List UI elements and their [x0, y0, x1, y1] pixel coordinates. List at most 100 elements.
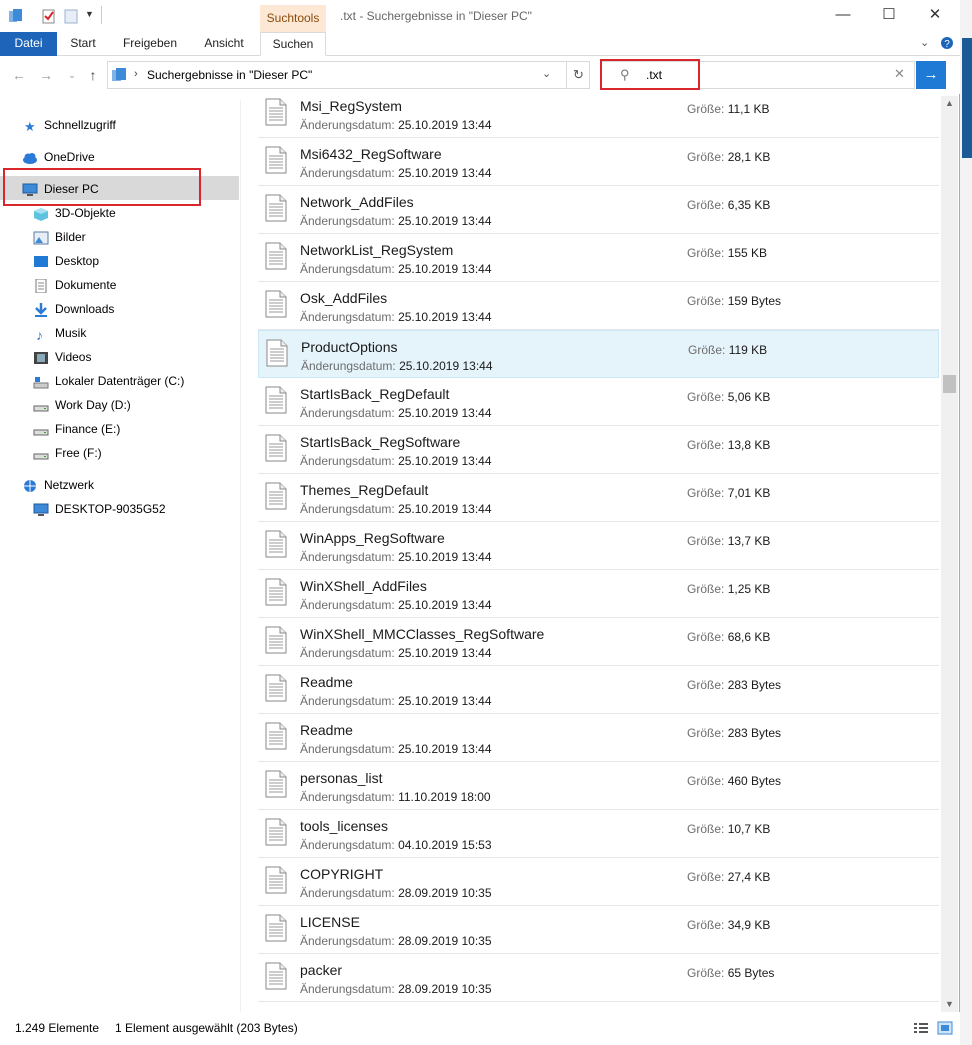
file-row[interactable]: WinXShell_AddFiles Änderungsdatum: 25.10.… [258, 570, 939, 618]
file-size-value: 13,7 KB [727, 534, 771, 548]
svg-text:?: ? [944, 39, 950, 50]
file-row[interactable]: ProductOptions Änderungsdatum: 25.10.2019… [258, 330, 939, 378]
nav-item-dokumente[interactable]: Dokumente [33, 274, 116, 296]
file-row[interactable]: COPYRIGHT Änderungsdatum: 28.09.2019 10:3… [258, 858, 939, 906]
window-title: .txt - Suchergebnisse in "Dieser PC" [340, 9, 532, 23]
nav-item-label: Dokumente [55, 278, 117, 292]
nav-item-3d-objekte[interactable]: 3D-Objekte [33, 202, 116, 224]
file-size-value: 11,1 KB [727, 102, 770, 116]
nav-item-videos[interactable]: Videos [33, 346, 91, 368]
file-size-value: 283 Bytes [727, 726, 782, 740]
text-file-icon [266, 339, 288, 367]
address-dropdown-icon[interactable]: ⌄ [542, 67, 551, 80]
tab-ansicht[interactable]: Ansicht [191, 32, 257, 56]
tab-suchen[interactable]: Suchen [260, 32, 326, 56]
file-name: NetworkList_RegSystem [300, 242, 454, 258]
file-row[interactable]: packer Änderungsdatum: 28.09.2019 10:35 Gr… [258, 954, 939, 1002]
file-row[interactable]: StartIsBack_RegSoftware Änderungsdatum: 2… [258, 426, 939, 474]
nav-item-work-day-d[interactable]: Work Day (D:) [33, 394, 131, 416]
file-row[interactable]: Msi_RegSystem Änderungsdatum: 25.10.2019 … [258, 96, 939, 138]
file-size: Größe: 28,1 KB [687, 150, 770, 164]
expand-ribbon-icon[interactable]: ⌄ [920, 36, 929, 49]
close-button[interactable]: ✕ [912, 0, 958, 32]
tab-datei[interactable]: Datei [0, 32, 57, 56]
help-icon[interactable]: ? [940, 36, 954, 50]
size-label: Größe: [687, 102, 725, 116]
file-name: WinXShell_AddFiles [300, 578, 427, 594]
scrollbar-thumb[interactable] [943, 375, 956, 393]
properties-icon[interactable] [42, 8, 56, 24]
scroll-down-icon[interactable]: ▼ [945, 999, 954, 1009]
text-file-icon [265, 578, 287, 606]
nav-item-lokaler-datenträger-c[interactable]: Lokaler Datenträger (C:) [33, 370, 184, 392]
size-label: Größe: [687, 966, 725, 980]
file-row[interactable]: Themes_RegDefault Änderungsdatum: 25.10.2… [258, 474, 939, 522]
address-path[interactable]: Suchergebnisse in "Dieser PC" [147, 68, 312, 82]
details-view-icon[interactable] [913, 1021, 929, 1035]
nav-item-onedrive[interactable]: OneDrive [22, 146, 95, 168]
file-size: Größe: 283 Bytes [687, 726, 781, 740]
large-icons-view-icon[interactable] [937, 1021, 953, 1035]
file-row[interactable]: StartIsBack_RegDefault Änderungsdatum: 25… [258, 378, 939, 426]
up-arrow-icon[interactable]: ↑ [84, 67, 102, 83]
customize-quick-access-icon[interactable]: ▼ [85, 9, 94, 25]
search-input[interactable]: .txt [646, 68, 662, 82]
file-row[interactable]: WinApps_RegSoftware Änderungsdatum: 25.10… [258, 522, 939, 570]
file-row[interactable]: LICENSE Änderungsdatum: 28.09.2019 10:35 G… [258, 906, 939, 954]
file-size-value: 119 KB [728, 343, 768, 357]
tab-start[interactable]: Start [57, 32, 109, 56]
file-row[interactable]: Network_AddFiles Änderungsdatum: 25.10.20… [258, 186, 939, 234]
refresh-icon[interactable]: ↻ [566, 62, 590, 88]
recent-locations-icon[interactable]: ⌄ [63, 70, 81, 81]
file-row[interactable]: NetworkList_RegSystem Änderungsdatum: 25.… [258, 234, 939, 282]
maximize-button[interactable]: ☐ [866, 0, 912, 32]
nav-item-downloads[interactable]: Downloads [33, 298, 114, 320]
file-row[interactable]: Readme Änderungsdatum: 25.10.2019 13:44 Gr… [258, 666, 939, 714]
file-row[interactable]: personas_list Änderungsdatum: 11.10.2019 … [258, 762, 939, 810]
item-count: 1.249 Elemente [15, 1021, 100, 1035]
nav-item-musik[interactable]: ♪ Musik [33, 322, 86, 344]
file-date: 25.10.2019 13:44 [398, 406, 492, 420]
address-bar[interactable]: › Suchergebnisse in "Dieser PC" ⌄ ↻ [107, 61, 590, 89]
file-row[interactable]: WinXShell_MMCClasses_RegSoftware Änderung… [258, 618, 939, 666]
breadcrumb-chevron-icon[interactable]: › [134, 68, 138, 80]
back-arrow-icon[interactable]: ← [10, 67, 28, 83]
file-size: Größe: 34,9 KB [687, 918, 770, 932]
nav-item-netzwerk[interactable]: Netzwerk [22, 474, 94, 496]
scroll-up-icon[interactable]: ▲ [945, 98, 954, 108]
file-size: Größe: 11,1 KB [687, 102, 770, 116]
file-name: WinXShell_MMCClasses_RegSoftware [300, 626, 545, 642]
nav-item-bilder[interactable]: Bilder [33, 226, 86, 248]
file-name: Osk_AddFiles [300, 290, 388, 306]
file-row[interactable]: tools_licenses Änderungsdatum: 04.10.2019… [258, 810, 939, 858]
text-file-icon [265, 818, 287, 846]
text-file-icon [265, 290, 287, 318]
nav-item-dieser-pc[interactable]: Dieser PC [22, 178, 99, 200]
file-row[interactable]: Readme Änderungsdatum: 25.10.2019 13:44 Gr… [258, 714, 939, 762]
nav-item-free-f[interactable]: Free (F:) [33, 442, 102, 464]
file-row[interactable]: Msi6432_RegSoftware Änderungsdatum: 25.10… [258, 138, 939, 186]
search-go-button[interactable]: → [916, 61, 946, 89]
nav-item-finance-e[interactable]: Finance (E:) [33, 418, 120, 440]
file-modified: Änderungsdatum: 28.09.2019 10:35 [300, 982, 492, 996]
file-date: 25.10.2019 13:44 [398, 310, 492, 324]
vertical-scrollbar[interactable]: ▲ ▼ [941, 96, 958, 1012]
file-size: Größe: 5,06 KB [687, 390, 770, 404]
size-label: Größe: [687, 726, 725, 740]
file-row[interactable]: Osk_AddFiles Änderungsdatum: 25.10.2019 1… [258, 282, 939, 330]
modified-label: Änderungsdatum: [300, 646, 395, 660]
clear-search-icon[interactable]: ✕ [894, 66, 905, 82]
file-size: Größe: 460 Bytes [687, 774, 781, 788]
nav-item-schnellzugriff[interactable]: ★ Schnellzugriff [22, 114, 116, 136]
modified-label: Änderungsdatum: [300, 406, 395, 420]
nav-item-desktop-9035g52[interactable]: DESKTOP-9035G52 [33, 498, 166, 520]
nav-item-desktop[interactable]: Desktop [33, 250, 99, 272]
minimize-button[interactable]: — [820, 0, 866, 32]
tab-freigeben[interactable]: Freigeben [109, 32, 191, 56]
search-box[interactable]: ⚲ .txt ✕ [601, 61, 915, 89]
explorer-icon[interactable] [8, 8, 24, 24]
file-size: Größe: 119 KB [688, 343, 767, 357]
file-size: Größe: 1,25 KB [687, 582, 770, 596]
new-folder-icon[interactable] [64, 8, 78, 24]
forward-arrow-icon[interactable]: → [37, 67, 55, 83]
